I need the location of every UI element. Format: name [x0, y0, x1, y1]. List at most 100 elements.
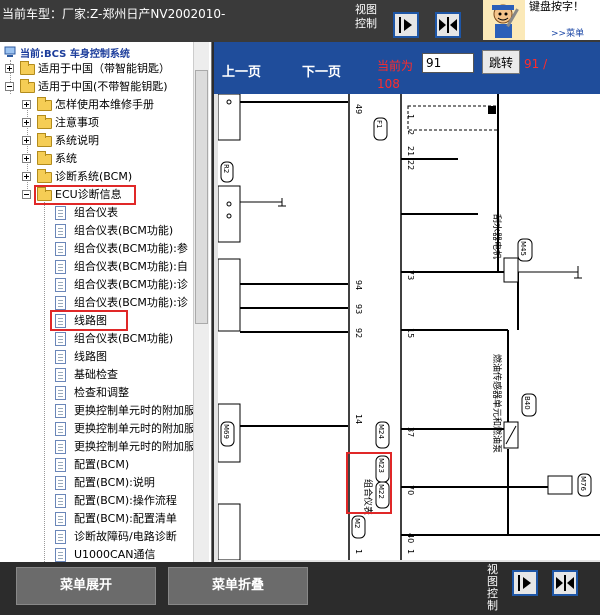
document-icon [55, 548, 66, 562]
ad-text: 键盘按字！ [529, 0, 584, 13]
tree-item-label: 配置(BCM) [74, 458, 130, 471]
document-icon [55, 458, 66, 472]
pin-label: 14 [354, 414, 363, 424]
ad-panel[interactable]: 键盘按字！ >>菜单 [483, 0, 600, 40]
expand-plus-icon[interactable] [22, 172, 31, 181]
collapse-minus-icon[interactable] [22, 190, 31, 199]
tree-item-label: 线路图 [74, 350, 107, 363]
collapse-minus-icon[interactable] [5, 82, 14, 91]
document-icon [55, 350, 66, 364]
tree-item-label: 组合仪表(BCM功能):自 [74, 260, 188, 273]
page-number-input[interactable] [422, 53, 474, 73]
tree-item-label: 组合仪表(BCM功能):参 [74, 242, 188, 255]
menu-collapse-button[interactable]: 菜单折叠 [168, 567, 308, 605]
pin-label: 40 [406, 533, 415, 543]
tree-item-label: 更换控制单元时的附加服 [74, 422, 195, 435]
document-icon [55, 512, 66, 526]
pin-label: 70 [406, 485, 415, 495]
wiring-diagram[interactable]: 49 94 93 92 14 M24 M23 M22 组合仪表 M2 R2 M6… [218, 94, 600, 560]
diagram-viewer: 上一页 下一页 当前为 跳转 91 / 108 [214, 42, 600, 562]
tree-line [27, 102, 28, 197]
tree-item-label: 配置(BCM):操作流程 [74, 494, 177, 507]
connector-label: M69 [222, 424, 230, 439]
tree-item-label: 组合仪表(BCM功能) [74, 332, 174, 345]
tree-item-label: U1000CAN通信 [74, 548, 156, 561]
tree-item-label: 系统 [55, 152, 77, 165]
document-icon [55, 386, 66, 400]
document-icon [55, 368, 66, 382]
viewer-toolbar: 上一页 下一页 当前为 跳转 91 / 108 [214, 42, 600, 94]
pin-label: 94 [354, 280, 363, 290]
wiring-diagram-svg: 49 94 93 92 14 M24 M23 M22 组合仪表 M2 R2 M6… [218, 94, 600, 560]
ad-link[interactable]: >>菜单 [551, 26, 584, 39]
computer-icon [4, 46, 16, 57]
tree-item-label: 适用于中国（带智能钥匙） [38, 62, 170, 75]
document-icon [55, 530, 66, 544]
mechanic-mascot-icon [483, 0, 525, 40]
connector-label: R2 [222, 164, 230, 173]
tree-item-label: 诊断系统(BCM) [55, 170, 133, 183]
document-icon [55, 260, 66, 274]
folder-icon [37, 97, 52, 111]
car-model-text: 当前车型：厂家:Z-郑州日产NV2002010- [2, 7, 226, 21]
tree-item-label: 组合仪表(BCM功能) [74, 224, 174, 237]
pin-label: 15 [406, 328, 415, 338]
document-icon [55, 422, 66, 436]
tree-item-label: 配置(BCM):配置清单 [74, 512, 177, 525]
panel-right-button[interactable] [393, 12, 419, 38]
component-label: 燃油传感器单元和燃油泵 [491, 354, 503, 453]
expand-plus-icon[interactable] [22, 154, 31, 163]
expand-plus-icon[interactable] [22, 136, 31, 145]
pin-label: 2 [406, 130, 415, 135]
sidebar-tree: 当前:BCS 车身控制系统 适用于中国（带智能钥匙） 适用于中国(不带智能钥匙)… [0, 42, 212, 562]
connector-label: B40 [523, 396, 531, 410]
expand-plus-icon[interactable] [22, 100, 31, 109]
view-control-label-bottom: 视图控制 [487, 563, 498, 612]
tree-item-label: 组合仪表 [74, 206, 118, 219]
tree-item-label: 注意事项 [55, 116, 99, 129]
tree-item-label: 系统说明 [55, 134, 99, 147]
arrow-right-icon [518, 575, 531, 591]
left-component-box [218, 94, 241, 141]
connector-label: M23 [377, 458, 385, 473]
document-icon [55, 476, 66, 490]
folder-icon [37, 151, 52, 165]
tree-line [44, 202, 45, 562]
tree-item-label: 基础检查 [74, 368, 118, 381]
next-page-button[interactable]: 下一页 [302, 61, 341, 80]
wiring-highlight-box [50, 310, 128, 331]
pin-label: 73 [406, 270, 415, 280]
tree-item-label: 更换控制单元时的附加服 [74, 440, 195, 453]
top-bar: 当前车型：厂家:Z-郑州日产NV2002010- 视图控制 键盘按字！ >>菜单 [0, 0, 600, 42]
bottom-bar: 菜单展开 菜单折叠 视图控制 [0, 562, 600, 615]
expand-plus-icon[interactable] [22, 118, 31, 127]
menu-expand-button[interactable]: 菜单展开 [16, 567, 156, 605]
tree-item-label: 配置(BCM):说明 [74, 476, 155, 489]
page-total: 91 / [524, 57, 548, 71]
folder-icon [37, 115, 52, 129]
document-icon [55, 206, 66, 220]
connector-label: M24 [377, 424, 385, 439]
sidebar-title: 当前:BCS 车身控制系统 [20, 49, 130, 60]
tree-item-label: 组合仪表(BCM功能):诊 [74, 278, 188, 291]
document-icon [55, 332, 66, 346]
pin-label: 92 [354, 328, 363, 338]
sidebar-scrollbar[interactable] [193, 42, 209, 562]
jump-button[interactable]: 跳转 [482, 50, 520, 74]
folder-icon [20, 61, 35, 75]
ecu-highlight-box [34, 185, 136, 205]
connector-label: F1 [375, 120, 383, 128]
scrollbar-thumb[interactable] [195, 70, 208, 324]
panel-right-button-bottom[interactable] [512, 570, 538, 596]
prev-page-button[interactable]: 上一页 [222, 61, 261, 80]
tree-item-label: 更换控制单元时的附加服 [74, 404, 195, 417]
document-icon [55, 224, 66, 238]
pin-label: 49 [354, 104, 363, 114]
panel-toggle-button-bottom[interactable] [552, 570, 578, 596]
document-icon [55, 440, 66, 454]
panel-toggle-button[interactable] [435, 12, 461, 38]
left-component-box [218, 503, 241, 560]
document-icon [55, 494, 66, 508]
expand-plus-icon[interactable] [5, 64, 14, 73]
view-control-label: 视图控制 [355, 3, 377, 30]
